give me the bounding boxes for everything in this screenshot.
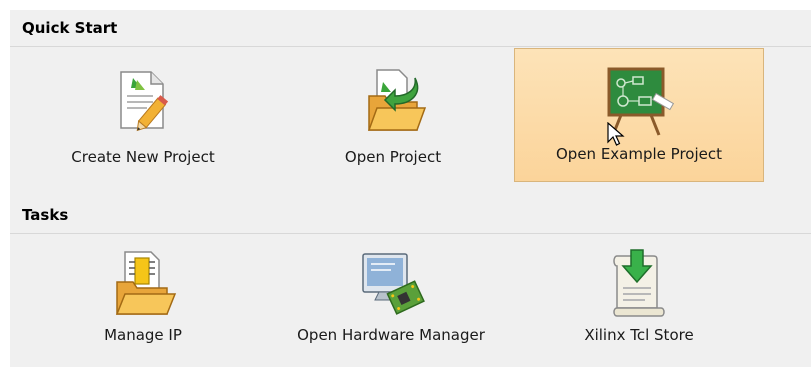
hardware-manager-icon [362, 253, 425, 315]
tasks-title: Tasks [22, 206, 69, 224]
quick-start-panel: Quick Start Create New Project Open Proj… [10, 10, 811, 367]
open-hardware-manager-button[interactable]: Open Hardware Manager [266, 238, 516, 360]
open-example-project-label: Open Example Project [556, 145, 722, 163]
manage-ip-icon [115, 251, 177, 315]
manage-ip-button[interactable]: Manage IP [18, 238, 268, 360]
quick-start-header: Quick Start [10, 10, 811, 47]
create-new-project-label: Create New Project [71, 148, 215, 166]
open-project-icon [367, 69, 427, 131]
create-new-project-button[interactable]: Create New Project [18, 52, 268, 184]
xilinx-tcl-store-label: Xilinx Tcl Store [584, 326, 694, 344]
open-hardware-manager-label: Open Hardware Manager [297, 326, 485, 344]
example-project-icon [607, 67, 675, 136]
quick-start-title: Quick Start [22, 19, 118, 37]
manage-ip-label: Manage IP [104, 326, 182, 344]
tasks-header: Tasks [10, 197, 811, 234]
tcl-store-icon [613, 249, 665, 317]
create-project-icon [120, 71, 169, 132]
open-project-label: Open Project [344, 148, 442, 166]
open-example-project-button[interactable]: Open Example Project [514, 48, 764, 182]
open-project-button[interactable]: Open Project [268, 52, 518, 184]
xilinx-tcl-store-button[interactable]: Xilinx Tcl Store [514, 238, 764, 360]
